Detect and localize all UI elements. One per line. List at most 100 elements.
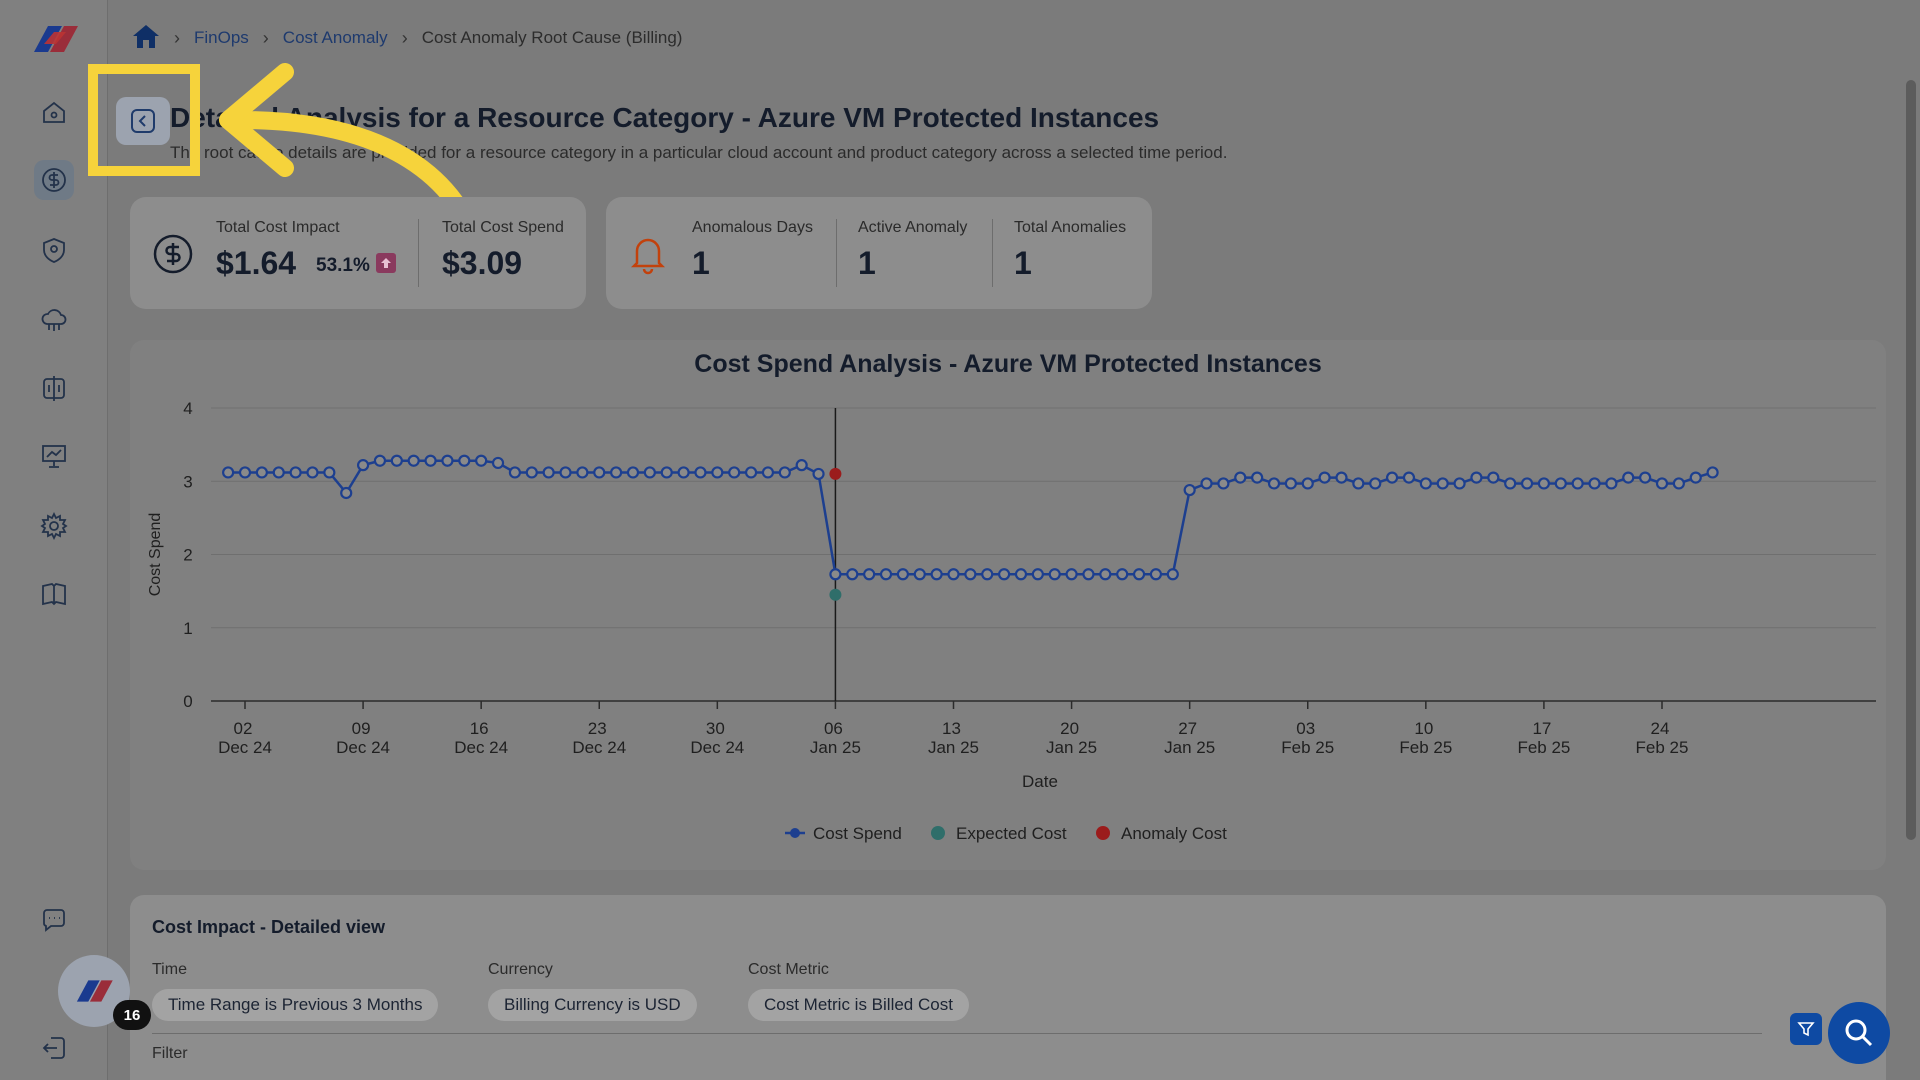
dollar-circle-icon bbox=[153, 234, 193, 274]
cost-spend-point bbox=[441, 454, 454, 467]
cost-spend-point bbox=[660, 466, 673, 479]
x-tick-label: Feb 25 bbox=[1399, 738, 1452, 757]
cost-spend-point bbox=[964, 568, 977, 581]
x-tick-label: Jan 25 bbox=[1164, 738, 1215, 757]
logout-icon[interactable] bbox=[34, 1028, 74, 1068]
x-tick-label: Dec 24 bbox=[690, 738, 744, 757]
cost-spend-point bbox=[559, 466, 572, 479]
cost-kpi-card: Total Cost Impact $1.64 53.1% Total Cost… bbox=[130, 197, 586, 309]
time-label: Time bbox=[152, 961, 187, 978]
settings-gear-icon[interactable] bbox=[34, 506, 74, 546]
cost-spend-point bbox=[491, 456, 505, 470]
cost-spend-point bbox=[846, 568, 859, 581]
cost-spend-point bbox=[728, 466, 741, 479]
y-tick-label: 0 bbox=[183, 692, 192, 711]
total-cost-impact-label: Total Cost Impact bbox=[216, 219, 340, 236]
security-shield-icon[interactable] bbox=[34, 230, 74, 270]
breadcrumb: › FinOps › Cost Anomaly › Cost Anomaly R… bbox=[132, 24, 682, 52]
home-icon[interactable] bbox=[132, 23, 160, 54]
legend-label: Expected Cost bbox=[956, 824, 1067, 843]
legend-cost-spend-swatch bbox=[790, 828, 800, 838]
cost-spend-point bbox=[1419, 477, 1432, 490]
total-cost-spend-value: $3.09 bbox=[442, 245, 523, 281]
y-tick-label: 4 bbox=[183, 399, 192, 418]
cost-spend-point bbox=[1520, 477, 1534, 490]
notification-count-badge[interactable]: 16 bbox=[113, 1000, 151, 1030]
cost-spend-point bbox=[255, 466, 268, 479]
cost-spend-point bbox=[896, 568, 909, 581]
cost-spend-chart[interactable]: 0123402Dec 2409Dec 2416Dec 2423Dec 2430D… bbox=[130, 340, 1886, 870]
cost-spend-point bbox=[1672, 477, 1685, 490]
finops-nav-icon[interactable] bbox=[34, 160, 74, 200]
y-axis-label: Cost Spend bbox=[147, 513, 164, 597]
x-tick-label: 06 bbox=[824, 719, 843, 738]
cost-spend-point bbox=[626, 466, 640, 479]
arrow-up-icon bbox=[376, 253, 396, 273]
cost-spend-point bbox=[1183, 483, 1196, 497]
cost-spend-point bbox=[323, 466, 336, 479]
cost-spend-point bbox=[610, 466, 623, 479]
cost-spend-point bbox=[593, 466, 606, 479]
time-range-chip[interactable]: Time Range is Previous 3 Months bbox=[152, 989, 439, 1021]
x-tick-label: Jan 25 bbox=[810, 738, 861, 757]
anomalous-days-value: 1 bbox=[692, 245, 710, 281]
cost-spend-point bbox=[238, 466, 252, 479]
chat-support-icon[interactable] bbox=[34, 900, 74, 940]
x-tick-label: Feb 25 bbox=[1281, 738, 1334, 757]
cost-spend-point bbox=[1149, 568, 1163, 581]
legend-swatch bbox=[1096, 826, 1110, 840]
cost-spend-point bbox=[1655, 477, 1669, 490]
cost-metric-chip[interactable]: Cost Metric is Billed Cost bbox=[748, 989, 969, 1021]
active-anomaly-label: Active Anomaly bbox=[858, 219, 968, 236]
breadcrumb-cost-anomaly-link[interactable]: Cost Anomaly bbox=[283, 28, 388, 48]
legend-label: Cost Spend bbox=[813, 824, 902, 843]
dashboard-presentation-icon[interactable] bbox=[34, 436, 74, 476]
x-tick-label: Dec 24 bbox=[218, 738, 272, 757]
cost-spend-point bbox=[407, 454, 420, 467]
home-nav-icon[interactable] bbox=[34, 92, 74, 132]
cost-spend-point bbox=[542, 466, 555, 479]
total-anomalies-label: Total Anomalies bbox=[1014, 219, 1127, 236]
cloud-network-icon[interactable] bbox=[34, 300, 74, 340]
breadcrumb-separator-icon: › bbox=[401, 27, 408, 48]
cost-spend-point bbox=[694, 466, 707, 479]
anomaly-kpi-card: Anomalous Days 1 Active Anomaly 1 Total … bbox=[606, 197, 1152, 309]
bell-icon bbox=[630, 238, 666, 275]
docs-book-icon[interactable] bbox=[34, 574, 74, 614]
cost-spend-point bbox=[1082, 568, 1095, 581]
x-tick-label: Dec 24 bbox=[336, 738, 390, 757]
detail-divider bbox=[152, 1033, 1762, 1034]
page-scrollbar[interactable] bbox=[1906, 80, 1916, 840]
filter-button[interactable] bbox=[1790, 1013, 1822, 1045]
cost-spend-point bbox=[1639, 471, 1652, 484]
x-tick-label: 20 bbox=[1060, 719, 1079, 738]
x-tick-label: Feb 25 bbox=[1517, 738, 1570, 757]
cost-spend-point bbox=[1385, 471, 1399, 484]
x-tick-label: 10 bbox=[1414, 719, 1433, 738]
x-tick-label: 09 bbox=[352, 719, 371, 738]
cost-spend-point bbox=[1048, 568, 1061, 581]
app-logo[interactable] bbox=[28, 22, 82, 56]
total-cost-spend-label: Total Cost Spend bbox=[442, 219, 564, 236]
cost-spend-point bbox=[643, 466, 656, 479]
currency-chip[interactable]: Billing Currency is USD bbox=[488, 989, 697, 1021]
total-anomalies-value: 1 bbox=[1014, 245, 1032, 281]
cost-spend-point bbox=[1031, 568, 1044, 581]
cost-spend-point bbox=[1352, 477, 1365, 490]
cost-spend-point bbox=[525, 466, 538, 479]
x-axis-label: Date bbox=[1022, 772, 1058, 791]
cost-spend-point bbox=[1537, 477, 1551, 490]
cost-spend-point bbox=[1099, 568, 1112, 581]
cost-metric-label: Cost Metric bbox=[748, 961, 829, 978]
expected-cost-point bbox=[829, 588, 842, 601]
cost-spend-point bbox=[1504, 477, 1517, 490]
y-tick-label: 2 bbox=[183, 546, 192, 565]
cost-spend-point bbox=[508, 466, 522, 479]
legend-swatch bbox=[931, 826, 945, 840]
search-button[interactable] bbox=[1828, 1002, 1890, 1064]
breadcrumb-finops-link[interactable]: FinOps bbox=[194, 28, 249, 48]
cost-spend-point bbox=[795, 459, 808, 472]
cost-spend-point bbox=[390, 454, 403, 467]
compare-icon[interactable] bbox=[34, 368, 74, 408]
detail-title: Cost Impact - Detailed view bbox=[152, 917, 386, 937]
